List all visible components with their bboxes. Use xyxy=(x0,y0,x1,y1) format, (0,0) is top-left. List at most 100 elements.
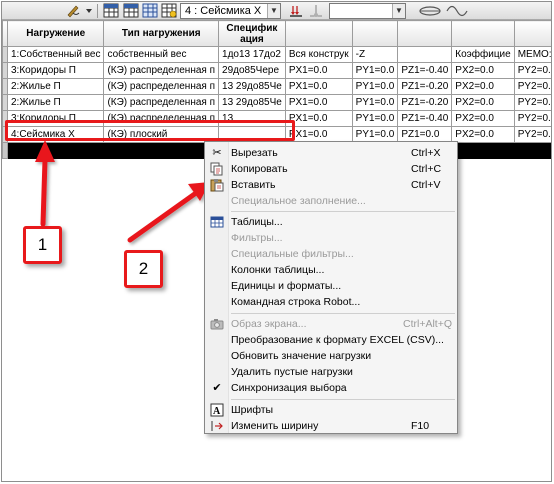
table-star-icon[interactable] xyxy=(161,3,177,18)
table-row[interactable]: 2:Жилье П (КЭ) распределенная п 13 29до8… xyxy=(2,78,551,95)
column-header[interactable] xyxy=(397,20,453,47)
table-cell[interactable]: PX1=0.0 xyxy=(284,94,353,111)
secondary-combo[interactable]: ▼ xyxy=(329,3,406,19)
menu-item-screen-capture[interactable]: Образ экрана... Ctrl+Alt+Q xyxy=(205,316,457,332)
table-cell[interactable]: PY2=0.0 xyxy=(513,94,551,111)
table-cell[interactable]: (КЭ) распределенная п xyxy=(103,94,220,111)
menu-separator xyxy=(231,313,455,314)
table-row[interactable]: 1:Собственный вес собственный вес 1до13 … xyxy=(2,46,551,63)
menu-item-table-columns[interactable]: Колонки таблицы... xyxy=(205,262,457,278)
table-cell[interactable] xyxy=(513,142,551,159)
menu-item-label: Единицы и форматы... xyxy=(231,280,342,292)
menu-item-copy[interactable]: Копировать Ctrl+C xyxy=(205,161,457,177)
table-cell[interactable]: собственный вес xyxy=(103,46,220,63)
table-row[interactable]: 2:Жилье П (КЭ) распределенная п 13 29до8… xyxy=(2,94,551,111)
table-cell[interactable]: 2:Жилье П xyxy=(6,78,105,95)
column-header[interactable] xyxy=(451,20,515,47)
table-cell[interactable]: PY1=0.0 xyxy=(351,94,399,111)
table-blue-icon[interactable] xyxy=(142,3,158,18)
table-cell[interactable]: PY2=0.0 xyxy=(513,78,551,95)
table-cell[interactable]: 2:Жилье П xyxy=(6,94,105,111)
ellipse-icon[interactable] xyxy=(418,3,442,18)
table-cell[interactable]: PX2=0.0 xyxy=(451,94,515,111)
menu-item-delete-empty[interactable]: Удалить пустые нагрузки xyxy=(205,364,457,380)
column-header[interactable] xyxy=(351,20,399,47)
menu-item-label: Синхронизация выбора xyxy=(231,382,347,394)
table-cell[interactable]: PX2=0.0 xyxy=(451,62,515,79)
column-header[interactable]: Нагружение xyxy=(6,20,105,47)
table-cell[interactable]: PX2=0.0 xyxy=(451,126,515,143)
table-cell[interactable] xyxy=(103,142,220,159)
menu-item-cut[interactable]: ✂ Вырезать Ctrl+X xyxy=(205,145,457,161)
table-cell[interactable]: PX1=0.0 xyxy=(284,62,353,79)
menu-item-shortcut: Ctrl+C xyxy=(411,163,442,175)
arrow-2-icon xyxy=(127,182,210,243)
column-header[interactable]: Специфик ация xyxy=(218,20,286,47)
table-cell[interactable] xyxy=(6,142,105,159)
table-cell[interactable]: -Z xyxy=(351,46,399,63)
pen-icon[interactable] xyxy=(65,3,81,18)
table-cell[interactable]: PY2=0.0 xyxy=(513,126,551,143)
table-icon[interactable] xyxy=(103,3,119,18)
menu-item-sync-selection[interactable]: ✔ Синхронизация выбора xyxy=(205,380,457,396)
tables-icon xyxy=(210,215,224,229)
load-case-combo[interactable]: 4 : Сейсмика X ▼ xyxy=(180,3,281,19)
table-cell[interactable]: 13 29до85Че xyxy=(218,78,286,95)
menu-item-export-excel[interactable]: Преобразование к формату EXCEL (CSV)... xyxy=(205,332,457,348)
table-cell[interactable]: PX1=0.0 xyxy=(284,78,353,95)
menu-item-shortcut: Ctrl+Alt+Q xyxy=(403,318,453,330)
menu-item-label: Копировать xyxy=(231,163,288,175)
menu-item-change-width[interactable]: Изменить ширину F10 xyxy=(205,418,457,434)
menu-item-label: Таблицы... xyxy=(231,216,283,228)
menu-item-tables[interactable]: Таблицы... xyxy=(205,214,457,230)
table-cell[interactable]: PY2=0.0 xyxy=(513,62,551,79)
menu-item-special-fill[interactable]: Специальное заполнение... xyxy=(205,193,457,209)
wave-icon[interactable] xyxy=(446,3,468,18)
scissors-icon: ✂ xyxy=(212,147,222,159)
column-header[interactable] xyxy=(513,20,551,47)
table-cell[interactable]: 3:Коридоры П xyxy=(6,62,105,79)
table-cell[interactable]: PZ1=-0.20 xyxy=(397,94,453,111)
menu-item-filters[interactable]: Фильтры... xyxy=(205,230,457,246)
table-cell[interactable]: PZ1=-0.40 xyxy=(397,110,453,127)
table-cell[interactable]: 13 29до85Че xyxy=(218,94,286,111)
load-case-value: 4 : Сейсмика X xyxy=(185,5,262,17)
menu-item-paste[interactable]: Вставить Ctrl+V xyxy=(205,177,457,193)
table-cell[interactable]: PY1=0.0 xyxy=(351,62,399,79)
table-cell[interactable]: 1:Собственный вес xyxy=(6,46,105,63)
table-cell[interactable]: PX2=0.0 xyxy=(451,78,515,95)
chevron-down-icon[interactable]: ▼ xyxy=(392,4,405,18)
load-move-icon[interactable] xyxy=(308,3,324,18)
menu-item-label: Удалить пустые нагрузки xyxy=(231,366,353,378)
menu-item-shortcut: Ctrl+V xyxy=(411,179,441,191)
table-cell[interactable]: PY1=0.0 xyxy=(351,78,399,95)
table-cell[interactable]: PZ1=-0.20 xyxy=(397,78,453,95)
table-cell[interactable]: МЕМО: xyxy=(513,46,551,63)
menu-item-refresh-load[interactable]: Обновить значение нагрузки xyxy=(205,348,457,364)
menu-item-units-formats[interactable]: Единицы и форматы... xyxy=(205,278,457,294)
table-cell[interactable]: PY1=0.0 xyxy=(351,110,399,127)
table-cell[interactable]: Вся конструк xyxy=(284,46,353,63)
table-cell[interactable]: Коэффицие xyxy=(451,46,515,63)
table-cell[interactable]: PZ1=-0.40 xyxy=(397,62,453,79)
menu-item-label: Специальные фильтры... xyxy=(231,248,354,260)
table-grid-icon[interactable] xyxy=(123,3,139,18)
table-cell[interactable]: (КЭ) распределенная п xyxy=(103,62,220,79)
table-row[interactable]: 3:Коридоры П (КЭ) распределенная п 29до8… xyxy=(2,62,551,79)
table-cell[interactable]: PY2=0.0 xyxy=(513,110,551,127)
table-cell[interactable]: 1до13 17до2 xyxy=(218,46,286,63)
table-cell[interactable]: PX1=0.0 xyxy=(284,110,353,127)
column-header[interactable]: Тип нагружения xyxy=(103,20,220,47)
table-cell[interactable]: (КЭ) распределенная п xyxy=(103,78,220,95)
menu-item-special-filters[interactable]: Специальные фильтры... xyxy=(205,246,457,262)
menu-item-command-line[interactable]: Командная строка Robot... xyxy=(205,294,457,310)
menu-item-fonts[interactable]: A Шрифты xyxy=(205,402,457,418)
table-cell[interactable] xyxy=(451,142,515,159)
table-cell[interactable]: PX2=0.0 xyxy=(451,110,515,127)
chevron-down-icon[interactable]: ▼ xyxy=(267,4,280,18)
load-icon[interactable] xyxy=(288,3,304,18)
menu-item-shortcut: Ctrl+X xyxy=(411,147,441,159)
table-cell[interactable] xyxy=(397,46,453,63)
column-header[interactable] xyxy=(284,20,353,47)
table-cell[interactable]: 29до85Чере xyxy=(218,62,286,79)
